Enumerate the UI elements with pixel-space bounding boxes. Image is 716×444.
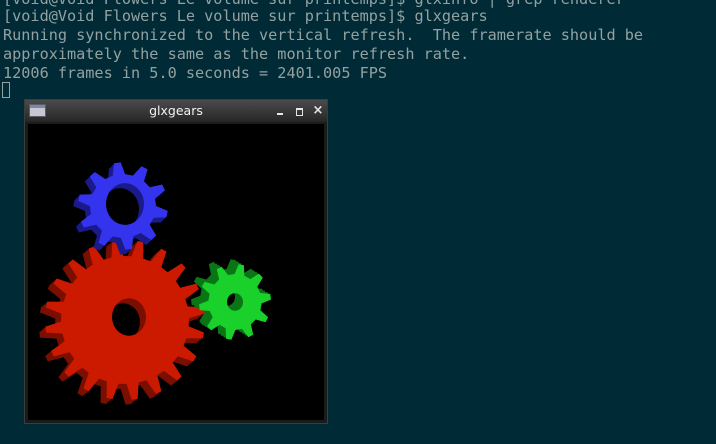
blue-gear xyxy=(73,162,168,255)
glxgears-window[interactable]: glxgears × xyxy=(24,99,328,424)
maximize-icon[interactable] xyxy=(291,103,307,119)
terminal-output-line: approximately the same as the monitor re… xyxy=(3,45,470,63)
close-icon[interactable]: × xyxy=(310,103,326,119)
window-titlebar[interactable]: glxgears × xyxy=(25,100,327,122)
red-gear-face xyxy=(45,240,205,400)
blue-gear-face xyxy=(78,162,168,250)
terminal-prompt-line: [void@Void Flowers Le volume sur printem… xyxy=(3,7,488,25)
red-gear xyxy=(39,240,205,405)
gears-canvas xyxy=(28,124,324,420)
minimize-icon[interactable] xyxy=(272,103,288,119)
terminal-output-line: 12006 frames in 5.0 seconds = 2401.005 F… xyxy=(3,64,388,82)
green-gear xyxy=(191,259,271,340)
terminal-output-line: Running synchronized to the vertical ref… xyxy=(3,26,644,44)
terminal-cursor xyxy=(2,82,10,98)
